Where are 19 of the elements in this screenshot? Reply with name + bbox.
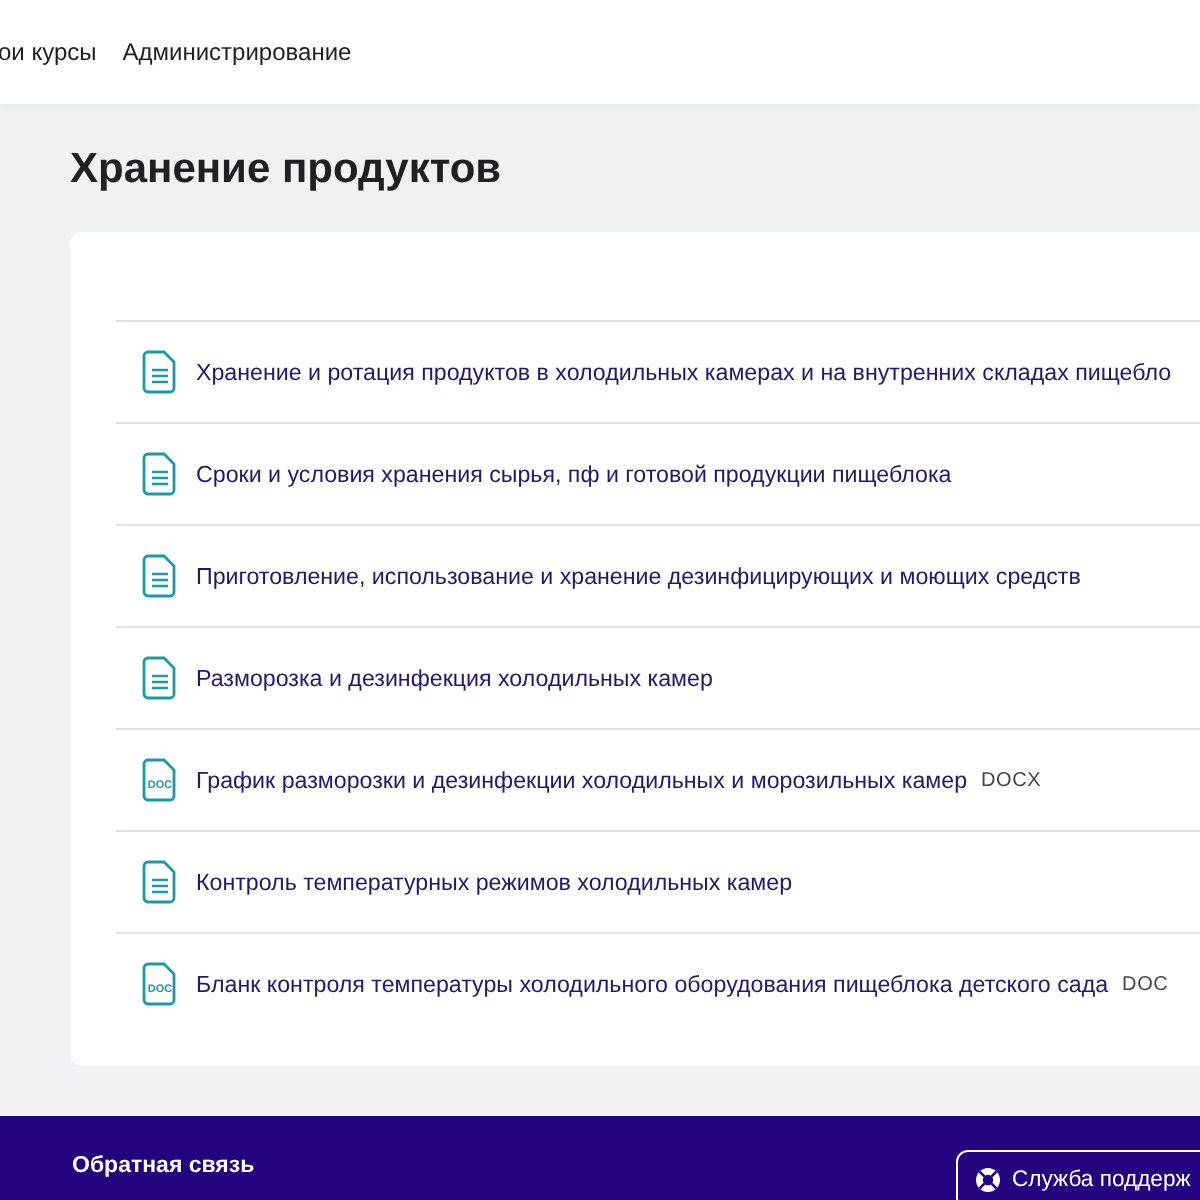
page-title: Хранение продуктов [70,146,502,194]
resource-link[interactable]: Бланк контроля температуры холодильного оборудования пищеблока детского сада [196,971,1109,997]
resource-link[interactable]: Сроки и условия хранения сырья, пф и готовой продукции пищеблока [196,461,952,487]
document-icon [142,452,178,496]
feedback-link[interactable]: Обратная связь [72,1154,255,1178]
resource-link[interactable]: Разморозка и дезинфекция холодильных камер [196,665,713,691]
document-icon [142,860,178,904]
document-icon [142,554,178,598]
lifebuoy-icon [974,1166,1002,1194]
support-button[interactable]: Служба поддерж [956,1150,1200,1200]
document-icon [142,656,178,700]
nav-link[interactable]: Администрирование [122,38,352,66]
resource-link[interactable]: Контроль температурных режимов холодильных камер [196,869,793,895]
resource-link[interactable]: Приготовление, использование и хранение дезинфицирующих и моющих средств [196,563,1081,589]
document-icon [142,350,178,394]
file-type-label: DOCX [981,769,1042,791]
resource-link[interactable]: Хранение и ротация продуктов в холодильных камерах и на внутренних складах пищебло [196,359,1172,385]
resource-link[interactable]: График разморозки и дезинфекции холодильных и морозильных камер [196,767,968,793]
file-type-label: DOC [1122,973,1169,995]
